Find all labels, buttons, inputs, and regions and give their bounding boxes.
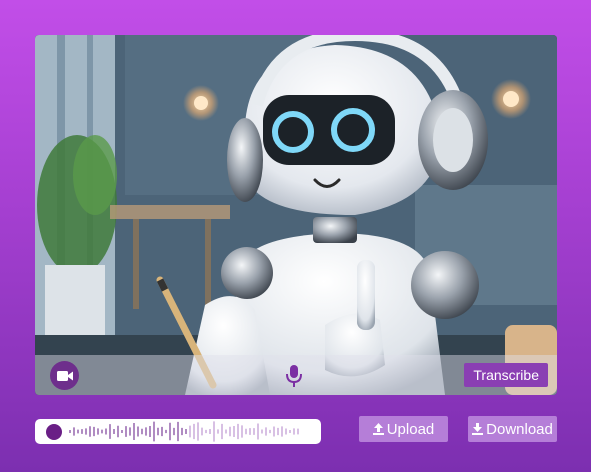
audio-recorder-bar	[35, 419, 321, 444]
download-button[interactable]: Download	[468, 416, 557, 442]
audio-waveform-icon	[69, 421, 299, 442]
download-arrow-icon	[472, 423, 484, 435]
video-preview[interactable]: Transcribe	[35, 35, 557, 395]
robot-scene-image	[35, 35, 557, 395]
download-label: Download	[486, 420, 553, 438]
upload-label: Upload	[386, 420, 435, 438]
camera-button[interactable]	[50, 361, 79, 390]
video-camera-icon	[56, 370, 73, 381]
microphone-icon[interactable]	[284, 364, 304, 388]
record-dot-icon[interactable]	[46, 424, 62, 440]
video-control-strip: Transcribe	[35, 355, 557, 395]
app-stage: Transcribe Upload Download	[0, 0, 591, 472]
upload-arrow-icon	[372, 423, 384, 435]
upload-button[interactable]: Upload	[359, 416, 448, 442]
transcribe-button[interactable]: Transcribe	[464, 363, 548, 387]
